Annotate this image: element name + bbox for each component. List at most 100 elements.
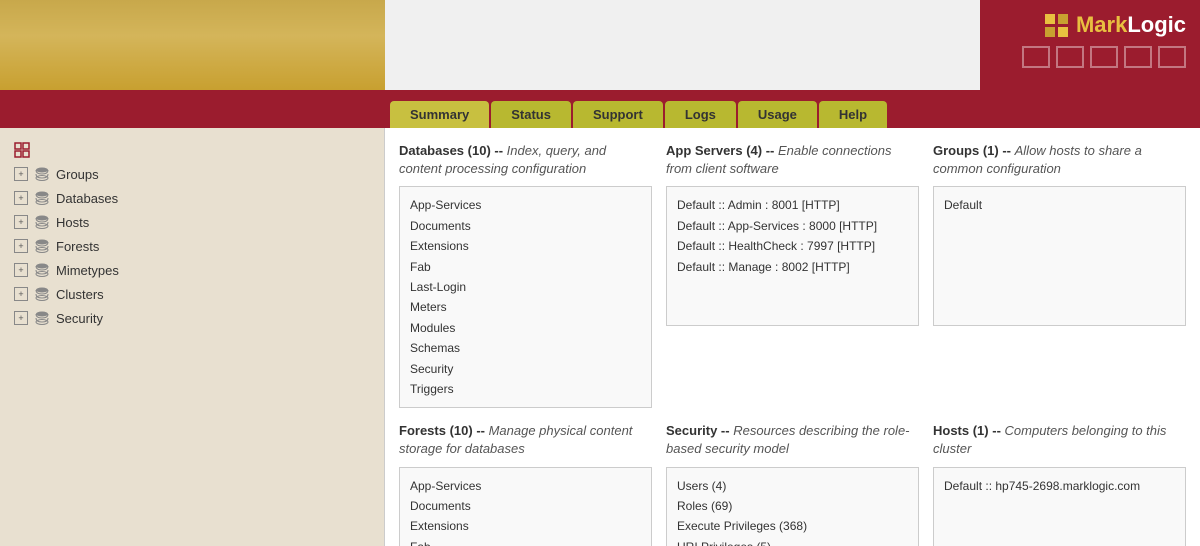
- section-title: Security -- Resources describing the rol…: [666, 422, 919, 458]
- section-box: Default :: Admin : 8001 [HTTP]Default ::…: [666, 186, 919, 326]
- nav-tabs: SummaryStatusSupportLogsUsageHelp: [0, 90, 1200, 128]
- nav-tab-summary[interactable]: Summary: [390, 101, 489, 128]
- list-item[interactable]: URI Privileges (5): [677, 537, 908, 546]
- configure-icon: [14, 142, 30, 158]
- section-box: Default :: hp745-2698.marklogic.com: [933, 467, 1186, 546]
- expand-icon: +: [14, 215, 28, 229]
- list-item[interactable]: Extensions: [410, 236, 641, 256]
- db-icon: [34, 166, 50, 182]
- list-item[interactable]: Fab: [410, 257, 641, 277]
- sidebar-item-databases[interactable]: + Databases: [8, 186, 376, 210]
- sidebar-item-clusters[interactable]: + Clusters: [8, 282, 376, 306]
- section-title: App Servers (4) -- Enable connections fr…: [666, 142, 919, 178]
- db-icon: [34, 310, 50, 326]
- list-item[interactable]: Roles (69): [677, 496, 908, 516]
- deco-rect-2: [1056, 46, 1084, 68]
- sidebar-item-label: Groups: [56, 167, 99, 182]
- content-section-app: App Servers (4) -- Enable connections fr…: [666, 142, 919, 408]
- logo-text: MarkLogic: [1076, 12, 1186, 38]
- sidebar-item-label: Forests: [56, 239, 99, 254]
- expand-icon: +: [14, 287, 28, 301]
- deco-rect-4: [1124, 46, 1152, 68]
- nav-tab-logs[interactable]: Logs: [665, 101, 736, 128]
- logo-mark: Mark: [1076, 12, 1127, 37]
- list-item[interactable]: App-Services: [410, 195, 641, 215]
- expand-icon: +: [14, 239, 28, 253]
- db-icon: [34, 286, 50, 302]
- sidebar-item-security[interactable]: + Security: [8, 306, 376, 330]
- content-section-groups: Groups (1) -- Allow hosts to share a com…: [933, 142, 1186, 408]
- sidebar: + Groups + Databases +: [0, 128, 385, 546]
- db-icon: [34, 238, 50, 254]
- section-title: Hosts (1) -- Computers belonging to this…: [933, 422, 1186, 458]
- sidebar-item-mimetypes[interactable]: + Mimetypes: [8, 258, 376, 282]
- db-icon: [34, 214, 50, 230]
- nav-tab-help[interactable]: Help: [819, 101, 887, 128]
- list-item[interactable]: Default :: hp745-2698.marklogic.com: [944, 476, 1175, 496]
- section-box: App-ServicesDocumentsExtensionsFabLast-L…: [399, 186, 652, 408]
- list-item[interactable]: Documents: [410, 496, 641, 516]
- section-box: Default: [933, 186, 1186, 326]
- list-item[interactable]: Execute Privileges (368): [677, 516, 908, 536]
- content-grid-row2: Forests (10) -- Manage physical content …: [399, 422, 1186, 546]
- header: MarkLogic: [0, 0, 1200, 90]
- logo-sq-2: [1058, 14, 1068, 24]
- section-title: Databases (10) -- Index, query, and cont…: [399, 142, 652, 178]
- list-item[interactable]: Fab: [410, 537, 641, 546]
- list-item[interactable]: Meters: [410, 297, 641, 317]
- section-title: Forests (10) -- Manage physical content …: [399, 422, 652, 458]
- sidebar-item-configure[interactable]: [8, 138, 376, 162]
- nav-tab-status[interactable]: Status: [491, 101, 571, 128]
- sidebar-item-label: Security: [56, 311, 103, 326]
- expand-icon: +: [14, 167, 28, 181]
- list-item[interactable]: Default :: HealthCheck : 7997 [HTTP]: [677, 236, 908, 256]
- expand-icon: +: [14, 263, 28, 277]
- expand-icon: +: [14, 191, 28, 205]
- content-section-databases: Databases (10) -- Index, query, and cont…: [399, 142, 652, 408]
- nav-tab-support[interactable]: Support: [573, 101, 663, 128]
- logo-squares: [1045, 14, 1068, 37]
- section-title: Groups (1) -- Allow hosts to share a com…: [933, 142, 1186, 178]
- logo-sq-4: [1058, 27, 1068, 37]
- list-item[interactable]: Extensions: [410, 516, 641, 536]
- sidebar-item-label: Clusters: [56, 287, 104, 302]
- main-layout: + Groups + Databases +: [0, 128, 1200, 546]
- deco-rect-5: [1158, 46, 1186, 68]
- logo-area: MarkLogic: [1045, 12, 1186, 38]
- list-item[interactable]: Users (4): [677, 476, 908, 496]
- header-right: MarkLogic: [980, 0, 1200, 90]
- logo-sq-3: [1045, 27, 1055, 37]
- list-item[interactable]: Security: [410, 359, 641, 379]
- deco-rects: [1022, 46, 1186, 68]
- list-item[interactable]: Default :: Manage : 8002 [HTTP]: [677, 257, 908, 277]
- content-grid-row1: Databases (10) -- Index, query, and cont…: [399, 142, 1186, 408]
- sidebar-item-forests[interactable]: + Forests: [8, 234, 376, 258]
- sidebar-item-hosts[interactable]: + Hosts: [8, 210, 376, 234]
- list-item[interactable]: Default :: App-Services : 8000 [HTTP]: [677, 216, 908, 236]
- list-item[interactable]: Documents: [410, 216, 641, 236]
- deco-rect-3: [1090, 46, 1118, 68]
- db-icon: [34, 190, 50, 206]
- content-section-security: Security -- Resources describing the rol…: [666, 422, 919, 546]
- expand-icon: +: [14, 311, 28, 325]
- content-area: Databases (10) -- Index, query, and cont…: [385, 128, 1200, 546]
- sidebar-item-label: Hosts: [56, 215, 89, 230]
- list-item[interactable]: Modules: [410, 318, 641, 338]
- header-left: [0, 0, 385, 90]
- sidebar-item-groups[interactable]: + Groups: [8, 162, 376, 186]
- content-section-hosts: Hosts (1) -- Computers belonging to this…: [933, 422, 1186, 546]
- db-icon: [34, 262, 50, 278]
- list-item[interactable]: App-Services: [410, 476, 641, 496]
- list-item[interactable]: Default: [944, 195, 1175, 215]
- content-section-forests: Forests (10) -- Manage physical content …: [399, 422, 652, 546]
- logo-sq-1: [1045, 14, 1055, 24]
- list-item[interactable]: Last-Login: [410, 277, 641, 297]
- sidebar-item-label: Mimetypes: [56, 263, 119, 278]
- list-item[interactable]: Schemas: [410, 338, 641, 358]
- list-item[interactable]: Default :: Admin : 8001 [HTTP]: [677, 195, 908, 215]
- nav-tab-usage[interactable]: Usage: [738, 101, 817, 128]
- deco-rect-1: [1022, 46, 1050, 68]
- list-item[interactable]: Triggers: [410, 379, 641, 399]
- section-box: App-ServicesDocumentsExtensionsFabLast-L…: [399, 467, 652, 546]
- section-box: Users (4)Roles (69)Execute Privileges (3…: [666, 467, 919, 546]
